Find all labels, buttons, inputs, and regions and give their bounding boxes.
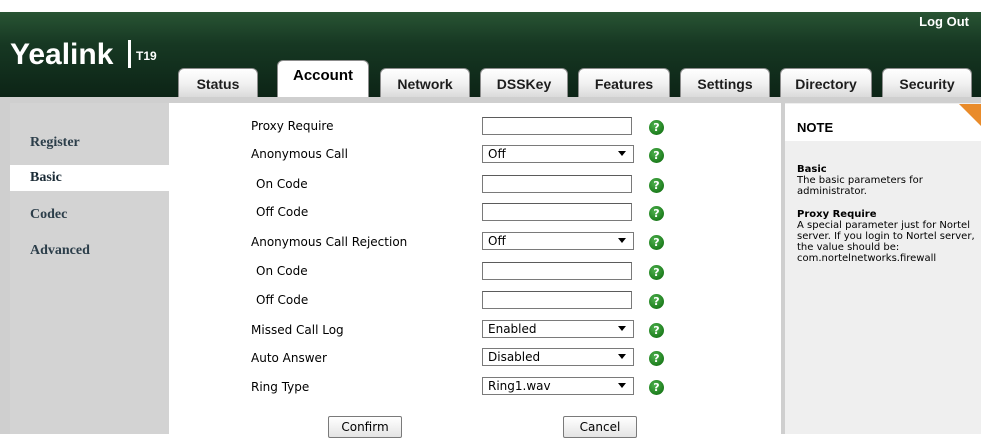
logout-link[interactable]: Log Out: [919, 14, 969, 29]
sidebar-item-register[interactable]: Register: [10, 130, 169, 156]
help-icon[interactable]: ?: [649, 148, 664, 163]
tab-account[interactable]: Account: [277, 60, 369, 98]
help-icon[interactable]: ?: [649, 235, 664, 250]
auto-answer-select[interactable]: Disabled: [482, 348, 634, 366]
note-section-title: Basic: [797, 164, 827, 175]
anonymous-off-code-label: Off Code: [256, 205, 309, 219]
anonymous-call-label: Anonymous Call: [251, 147, 348, 161]
note-body: Basic The basic parameters for administr…: [797, 164, 977, 264]
anonymous-on-code-input[interactable]: [482, 175, 632, 193]
help-icon[interactable]: ?: [649, 178, 664, 193]
help-icon[interactable]: ?: [649, 294, 664, 309]
dropdown-arrow-icon: [618, 354, 626, 359]
tab-features[interactable]: Features: [578, 68, 670, 98]
tab-network[interactable]: Network: [380, 68, 470, 98]
select-value: Off: [488, 147, 506, 161]
cancel-button[interactable]: Cancel: [563, 416, 637, 438]
note-section-text: A special parameter just for Nortel serv…: [797, 220, 975, 264]
note-title: NOTE: [797, 120, 834, 135]
auto-answer-label: Auto Answer: [251, 351, 327, 365]
model-label: T19: [136, 49, 157, 63]
sidebar-item-label: Basic: [30, 170, 62, 185]
ring-type-label: Ring Type: [251, 380, 310, 394]
proxy-require-input[interactable]: [482, 117, 632, 135]
help-icon[interactable]: ?: [649, 323, 664, 338]
logo-separator: [128, 40, 131, 68]
dropdown-arrow-icon: [618, 326, 626, 331]
sidebar-item-basic[interactable]: Basic: [10, 165, 169, 191]
missed-call-log-label: Missed Call Log: [251, 323, 344, 337]
anonymous-on-code-label: On Code: [256, 177, 308, 191]
tab-status[interactable]: Status: [178, 68, 258, 98]
anonymous-off-code-input[interactable]: [482, 203, 632, 221]
sidebar-item-label: Advanced: [30, 243, 90, 258]
tab-settings[interactable]: Settings: [680, 68, 770, 98]
ring-type-select[interactable]: Ring1.wav: [482, 377, 634, 395]
rejection-on-code-label: On Code: [256, 264, 308, 278]
proxy-require-label: Proxy Require: [251, 119, 334, 133]
tab-security[interactable]: Security: [882, 68, 972, 98]
dropdown-arrow-icon: [618, 383, 626, 388]
help-icon[interactable]: ?: [649, 351, 664, 366]
note-panel: [785, 103, 981, 434]
note-header: NOTE: [785, 104, 981, 141]
select-value: Enabled: [488, 322, 537, 336]
sidebar-item-codec[interactable]: Codec: [10, 202, 169, 228]
note-section-title: Proxy Require: [797, 209, 877, 220]
note-corner-flag-icon: [959, 104, 981, 126]
dropdown-arrow-icon: [618, 238, 626, 243]
anonymous-call-rejection-select[interactable]: Off: [482, 232, 634, 250]
missed-call-log-select[interactable]: Enabled: [482, 320, 634, 338]
anonymous-call-rejection-label: Anonymous Call Rejection: [251, 235, 408, 249]
tab-directory[interactable]: Directory: [780, 68, 872, 98]
select-value: Ring1.wav: [488, 379, 551, 393]
rejection-off-code-label: Off Code: [256, 293, 309, 307]
rejection-off-code-input[interactable]: [482, 291, 632, 309]
help-icon[interactable]: ?: [649, 206, 664, 221]
note-section-text: The basic parameters for administrator.: [797, 175, 923, 197]
yealink-logo: Yealink: [10, 38, 114, 71]
dropdown-arrow-icon: [618, 151, 626, 156]
confirm-button[interactable]: Confirm: [328, 416, 402, 438]
help-icon[interactable]: ?: [649, 380, 664, 395]
rejection-on-code-input[interactable]: [482, 262, 632, 280]
select-value: Off: [488, 234, 506, 248]
anonymous-call-select[interactable]: Off: [482, 145, 634, 163]
sidebar-item-label: Register: [30, 135, 80, 150]
tab-dsskey[interactable]: DSSKey: [480, 68, 568, 98]
sidebar-item-advanced[interactable]: Advanced: [10, 238, 169, 264]
sidebar-item-label: Codec: [30, 207, 68, 222]
help-icon[interactable]: ?: [649, 265, 664, 280]
help-icon[interactable]: ?: [649, 120, 664, 135]
select-value: Disabled: [488, 350, 541, 364]
